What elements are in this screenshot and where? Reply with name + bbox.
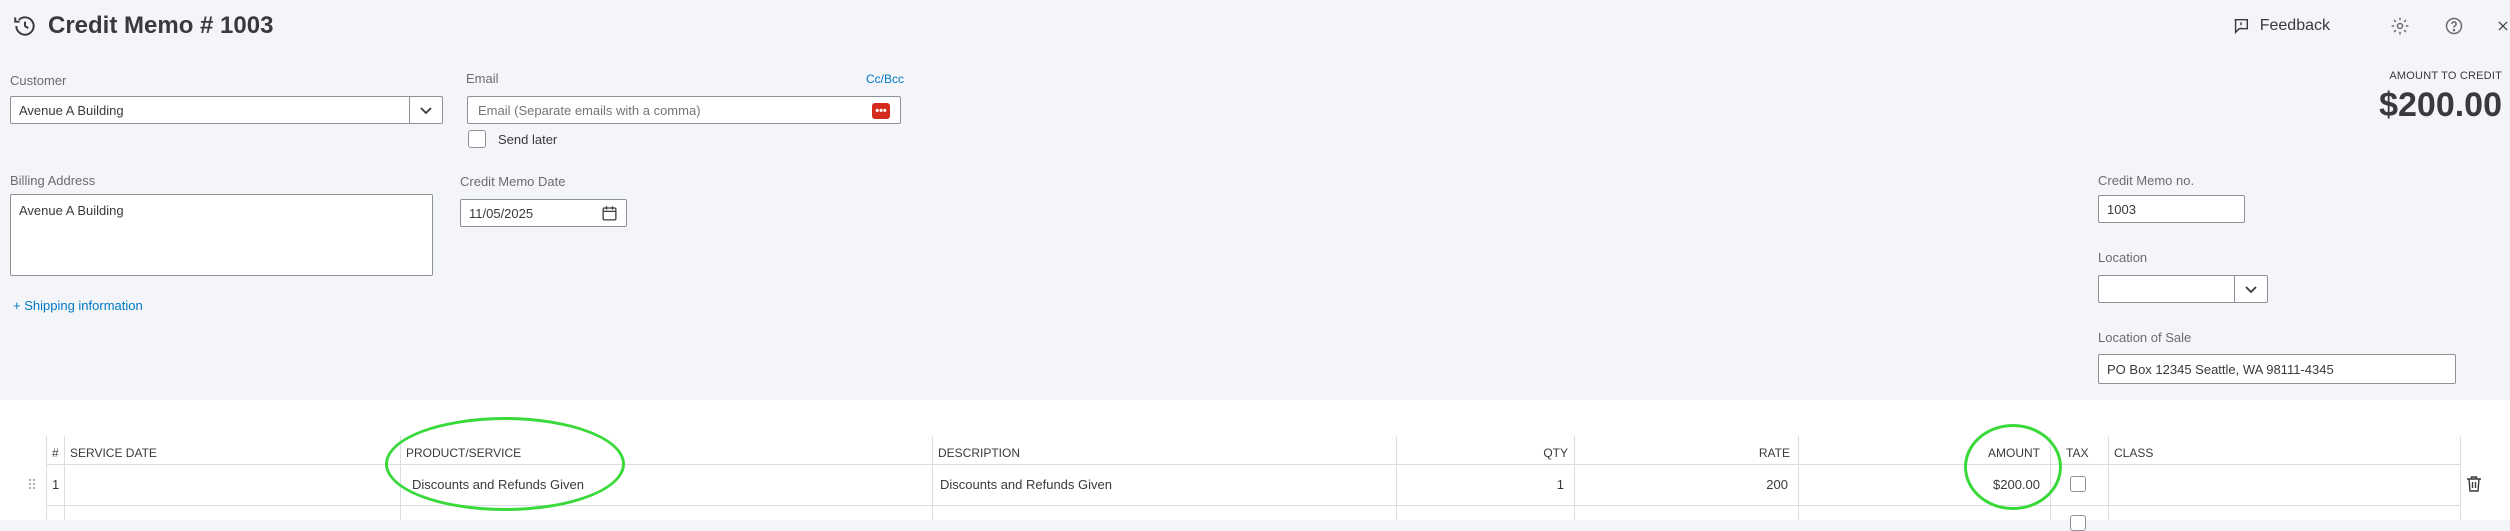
amount-to-credit-value: $200.00 [2379, 86, 2502, 124]
help-icon[interactable] [2442, 14, 2466, 38]
customer-select[interactable]: Avenue A Building [10, 96, 443, 124]
location-of-sale-field[interactable]: PO Box 12345 Seattle, WA 98111-4345 [2098, 354, 2456, 384]
row-qty[interactable]: 1 [1402, 472, 1564, 496]
row-tax-checkbox[interactable] [2070, 515, 2086, 531]
location-select[interactable] [2098, 275, 2268, 303]
credit-memo-no-field[interactable]: 1003 [2098, 195, 2245, 223]
shipping-information-link[interactable]: + Shipping information [13, 298, 143, 313]
col-header-product-service: PRODUCT/SERVICE [406, 446, 522, 460]
col-header-num: # [52, 446, 59, 460]
page-title: Credit Memo # 1003 [48, 12, 274, 39]
close-icon[interactable] [2496, 14, 2510, 38]
col-header-service-date: SERVICE DATE [70, 446, 157, 460]
customer-value: Avenue A Building [19, 102, 124, 118]
col-header-tax: TAX [2066, 446, 2089, 460]
col-header-amount: AMOUNT [1988, 446, 2040, 460]
location-label: Location [2098, 250, 2148, 265]
row-tax-checkbox-wrap [2070, 472, 2086, 496]
trash-icon[interactable] [2466, 472, 2482, 496]
customer-label: Customer [10, 73, 67, 88]
email-label: Email [466, 71, 499, 86]
row-num: 1 [52, 476, 60, 492]
calendar-icon[interactable] [601, 205, 618, 222]
credit-memo-no-label: Credit Memo no. [2098, 173, 2195, 188]
location-of-sale-value: PO Box 12345 Seattle, WA 98111-4345 [2107, 361, 2334, 377]
credit-memo-no-value: 1003 [2107, 201, 2136, 217]
credit-memo-date-label: Credit Memo Date [460, 174, 566, 189]
chevron-down-icon[interactable] [2234, 276, 2267, 302]
contacts-icon[interactable]: ••• [872, 103, 890, 119]
col-header-class: CLASS [2114, 446, 2154, 460]
cc-bcc-link[interactable]: Cc/Bcc [866, 72, 904, 86]
feedback-label: Feedback [2259, 17, 2330, 34]
col-header-description: DESCRIPTION [938, 446, 1021, 460]
col-header-qty: QTY [1543, 446, 1568, 460]
history-icon[interactable] [12, 13, 38, 39]
gear-icon[interactable] [2388, 14, 2412, 38]
billing-address-field[interactable]: Avenue A Building [10, 194, 433, 276]
page-header: Credit Memo # 1003 [12, 6, 273, 46]
row-rate[interactable]: 200 [1580, 472, 1788, 496]
send-later-label: Send later [498, 131, 558, 147]
send-later-row: Send later [468, 130, 557, 148]
row-amount[interactable]: $200.00 [1804, 472, 2040, 496]
row-tax-checkbox[interactable] [2070, 476, 2086, 492]
billing-address-label: Billing Address [10, 173, 96, 188]
credit-memo-date-field[interactable]: 11/05/2025 [460, 199, 627, 227]
chevron-down-icon[interactable] [409, 97, 442, 123]
row-description[interactable]: Discounts and Refunds Given [940, 472, 1112, 496]
location-of-sale-label: Location of Sale [2098, 330, 2192, 345]
row-product-service[interactable]: Discounts and Refunds Given [412, 472, 584, 496]
feedback-button[interactable]: Feedback [2232, 17, 2330, 35]
feedback-icon [2232, 17, 2250, 35]
header-actions: Feedback [2232, 14, 2510, 38]
drag-handle-icon[interactable] [28, 472, 38, 496]
billing-address-value: Avenue A Building [19, 203, 124, 218]
email-input[interactable] [476, 101, 870, 119]
col-header-rate: RATE [1758, 446, 1790, 460]
send-later-checkbox[interactable] [468, 130, 486, 148]
amount-to-credit-label: AMOUNT TO CREDIT [2389, 70, 2502, 82]
email-field[interactable]: ••• [467, 96, 901, 124]
credit-memo-date-value: 11/05/2025 [469, 205, 534, 221]
